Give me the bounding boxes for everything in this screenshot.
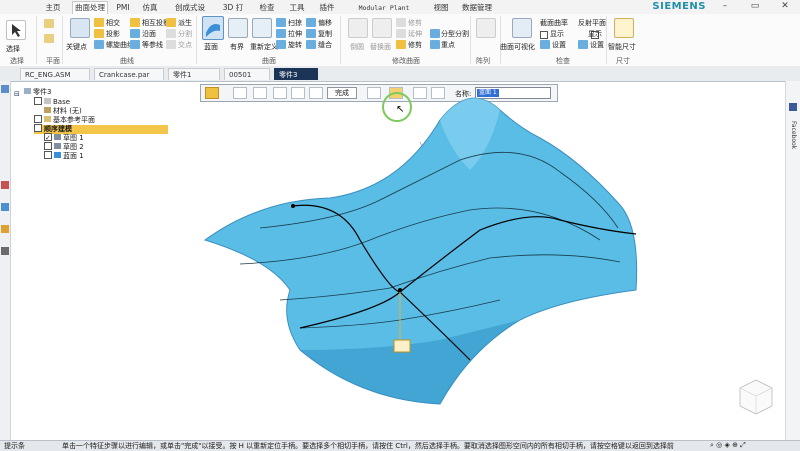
handle-box[interactable] [393, 339, 411, 353]
status-icons: ⌕ ◎ ◈ ⊕ ⤢ [710, 441, 746, 449]
curve-keypoint[interactable] [398, 288, 402, 292]
status-bar: 提示条 单击一个特征步骤以进行编辑，或单击"完成"以接受。按 H 以重新定位手柄… [0, 440, 800, 451]
surface-viewport [203, 97, 773, 415]
view-cube-icon[interactable] [739, 379, 773, 415]
curve-endpoint[interactable] [291, 204, 295, 208]
